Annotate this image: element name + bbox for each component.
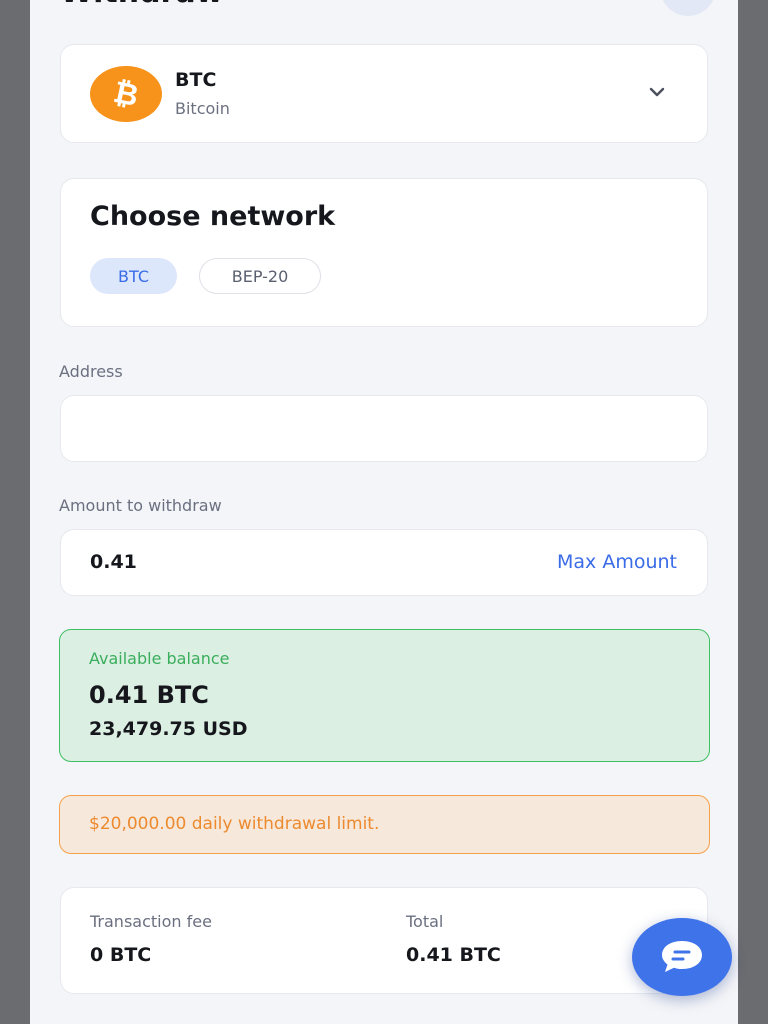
fee-value: 0 BTC — [90, 944, 152, 966]
bitcoin-icon: ₿ — [90, 66, 162, 122]
svg-text:₿: ₿ — [110, 75, 141, 114]
limit-text: $20,000.00 daily withdrawal limit. — [89, 814, 380, 834]
amount-label: Amount to withdraw — [59, 496, 222, 515]
coin-selector[interactable]: ₿ BTC Bitcoin — [60, 44, 708, 143]
network-option-bep20[interactable]: BEP-20 — [199, 258, 321, 294]
available-balance-card: Available balance 0.41 BTC 23,479.75 USD — [59, 629, 710, 762]
chevron-down-icon[interactable] — [647, 85, 667, 99]
total-value: 0.41 BTC — [406, 944, 501, 966]
fee-summary: Transaction fee 0 BTC Total 0.41 BTC — [60, 887, 708, 994]
balance-usd: 23,479.75 USD — [89, 718, 248, 740]
coin-symbol: BTC — [175, 69, 217, 91]
amount-input[interactable]: 0.41 — [90, 551, 137, 573]
fee-label: Transaction fee — [90, 912, 212, 931]
close-button[interactable] — [660, 0, 716, 16]
balance-label: Available balance — [89, 649, 230, 668]
network-card: Choose network BTC BEP-20 — [60, 178, 708, 327]
balance-btc: 0.41 BTC — [89, 681, 209, 709]
network-option-btc[interactable]: BTC — [90, 258, 177, 294]
total-label: Total — [406, 912, 444, 931]
withdrawal-limit-notice: $20,000.00 daily withdrawal limit. — [59, 795, 710, 854]
max-amount-button[interactable]: Max Amount — [557, 551, 677, 573]
coin-name: Bitcoin — [175, 99, 230, 118]
address-input[interactable] — [60, 395, 708, 462]
chat-button[interactable] — [632, 918, 732, 996]
page-title: Withdraw — [60, 0, 223, 8]
network-title: Choose network — [90, 201, 336, 232]
address-label: Address — [59, 362, 123, 381]
chat-icon — [662, 941, 702, 972]
amount-field[interactable]: 0.41 Max Amount — [60, 529, 708, 596]
